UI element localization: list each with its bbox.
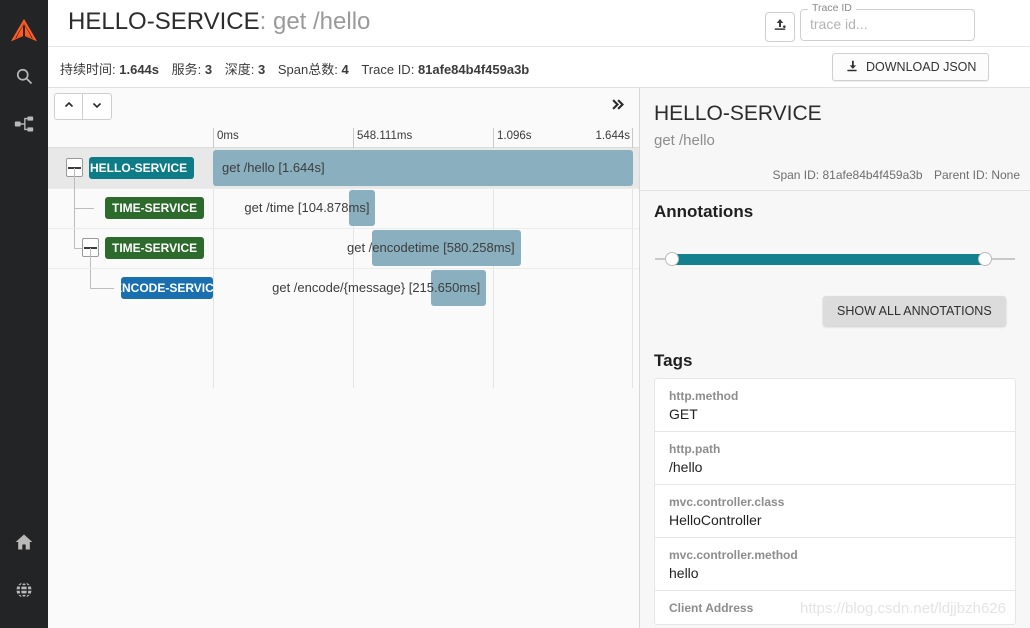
show-all-annotations-button[interactable]: SHOW ALL ANNOTATIONS bbox=[823, 296, 1006, 326]
traceid-label: Trace ID: bbox=[361, 62, 415, 77]
upload-trace-button[interactable] bbox=[765, 12, 795, 42]
previous-span-button[interactable] bbox=[54, 93, 83, 120]
span-id-value: 81afe84b4f459a3b bbox=[822, 168, 923, 182]
download-json-label: DOWNLOAD JSON bbox=[866, 60, 977, 74]
tag-key: Client Address bbox=[669, 601, 754, 615]
globe-icon bbox=[14, 580, 34, 605]
tag-row: Client Address bbox=[655, 591, 1015, 624]
parent-id-label: Parent ID: bbox=[933, 168, 988, 182]
span-duration-label: get /encode/{message} [215.650ms] bbox=[272, 280, 481, 295]
tag-row: http.path/hello bbox=[655, 432, 1015, 485]
tag-key: mvc.controller.method bbox=[669, 548, 798, 562]
traceid-value: 81afe84b4f459a3b bbox=[417, 62, 530, 77]
rail-item-dependencies[interactable] bbox=[0, 102, 48, 150]
span-duration-label: get /time [104.878ms] bbox=[244, 200, 370, 215]
page-title-service: HELLO-SERVICE bbox=[68, 8, 260, 35]
ruler-tick: 1.644s bbox=[595, 128, 633, 148]
slider-fill bbox=[670, 253, 985, 265]
page-header: HELLO-SERVICE: get /hello Trace ID bbox=[48, 0, 1030, 47]
timeline-toolbar bbox=[48, 88, 639, 128]
trace-id-input[interactable] bbox=[808, 15, 966, 33]
span-row-separator bbox=[48, 188, 639, 189]
download-json-button[interactable]: DOWNLOAD JSON bbox=[832, 53, 990, 81]
ruler-tick: 0ms bbox=[213, 128, 239, 148]
download-icon bbox=[845, 59, 859, 76]
services-value: 3 bbox=[204, 62, 213, 77]
next-span-button[interactable] bbox=[83, 93, 112, 120]
dependencies-icon bbox=[14, 114, 34, 139]
tag-row: mvc.controller.method hello bbox=[655, 538, 1015, 591]
annotations-range-slider[interactable] bbox=[655, 252, 1015, 266]
page-title-operation: get /hello bbox=[272, 8, 371, 35]
span-service-chip[interactable]: HELLO-SERVICE bbox=[89, 157, 195, 179]
services-label: 服务: bbox=[171, 62, 202, 77]
timeline-ruler: 0ms 548.111ms 1.096s 1.644s bbox=[48, 128, 639, 148]
duration-label: 持续时间: bbox=[60, 62, 116, 77]
tag-row: mvc.controller.class HelloController bbox=[655, 485, 1015, 538]
span-rows: HELLO-SERVICE get /hello [1.644s] TIME-SER… bbox=[48, 148, 639, 628]
annotations-heading: Annotations bbox=[654, 202, 754, 221]
page-title-separator: : bbox=[259, 8, 273, 35]
upload-icon bbox=[772, 17, 788, 38]
span-row-separator bbox=[48, 228, 639, 229]
ruler-tick: 548.111ms bbox=[353, 128, 412, 148]
tags-heading: Tags bbox=[654, 351, 693, 370]
detail-divider bbox=[640, 190, 1030, 191]
tag-key: http.path bbox=[669, 442, 721, 456]
detail-ids: Span ID: 81afe84b4f459a3b Parent ID: Non… bbox=[772, 168, 1020, 182]
slider-handle-start[interactable] bbox=[665, 252, 679, 266]
double-chevron-right-icon bbox=[609, 97, 626, 117]
depth-label: 深度: bbox=[224, 62, 255, 77]
chevron-down-icon bbox=[91, 98, 103, 116]
tag-value: HelloController bbox=[669, 512, 762, 528]
expand-all-button[interactable] bbox=[604, 96, 630, 118]
tags-card: http.method GET http.path/hello mvc.control… bbox=[654, 378, 1016, 625]
span-detail-panel: HELLO-SERVICE get /hello Span ID: 81afe8… bbox=[640, 88, 1030, 628]
rail-item-search[interactable] bbox=[0, 54, 48, 102]
search-icon bbox=[14, 66, 34, 91]
spans-label: Span总数: bbox=[277, 62, 338, 77]
ruler-tick-label: 1.644s bbox=[595, 130, 630, 142]
trace-stats-bar: 持续时间: 1.644s 服务: 3 深度: 3 Span总数: 4 Trace… bbox=[48, 47, 1030, 88]
tree-connector-vertical bbox=[74, 208, 75, 228]
trace-timeline-panel: 0ms 548.111ms 1.096s 1.644s HELLO-SERVICE ge… bbox=[48, 88, 640, 628]
tag-value: hello bbox=[669, 565, 699, 581]
chevron-up-icon bbox=[63, 98, 75, 116]
span-id-label: Span ID: bbox=[772, 168, 820, 182]
tag-row: http.method GET bbox=[655, 379, 1015, 432]
rail-item-language[interactable] bbox=[0, 568, 48, 616]
slider-handle-end[interactable] bbox=[978, 252, 992, 266]
trace-id-legend: Trace ID bbox=[808, 2, 856, 14]
tag-key: mvc.controller.class bbox=[669, 495, 785, 509]
trace-stats: 持续时间: 1.644s 服务: 3 深度: 3 Span总数: 4 Trace… bbox=[60, 59, 529, 78]
tree-connector-vertical bbox=[90, 248, 91, 268]
tag-key: http.method bbox=[669, 389, 739, 403]
show-all-annotations-label: SHOW ALL ANNOTATIONS bbox=[837, 304, 992, 318]
span-duration-label: get /hello [1.644s] bbox=[222, 160, 325, 175]
span-nav-group bbox=[54, 93, 112, 120]
ruler-tick-label: 548.111ms bbox=[357, 130, 413, 142]
detail-operation-name: get /hello bbox=[654, 132, 715, 149]
home-icon bbox=[14, 532, 34, 557]
page-title: HELLO-SERVICE: get /hello bbox=[68, 8, 370, 36]
zipkin-trace-page: HELLO-SERVICE: get /hello Trace ID 持续时间:… bbox=[0, 0, 1030, 628]
rail-item-home[interactable] bbox=[0, 520, 48, 568]
detail-service-name: HELLO-SERVICE bbox=[654, 102, 822, 125]
tag-value: /hello bbox=[669, 459, 703, 475]
zipkin-logo[interactable] bbox=[2, 10, 46, 54]
span-duration-label: get /encodetime [580.258ms] bbox=[346, 240, 515, 255]
spans-value: 4 bbox=[341, 62, 349, 77]
tag-value: GET bbox=[669, 406, 698, 422]
ruler-tick-label: 1.096s bbox=[497, 130, 532, 142]
left-rail bbox=[0, 0, 48, 628]
ruler-tick-label: 0ms bbox=[217, 130, 239, 142]
span-row-separator bbox=[48, 268, 639, 269]
duration-value: 1.644s bbox=[119, 62, 160, 77]
ruler-tick: 1.096s bbox=[493, 128, 532, 148]
parent-id-value: None bbox=[991, 168, 1020, 182]
depth-value: 3 bbox=[258, 62, 266, 77]
